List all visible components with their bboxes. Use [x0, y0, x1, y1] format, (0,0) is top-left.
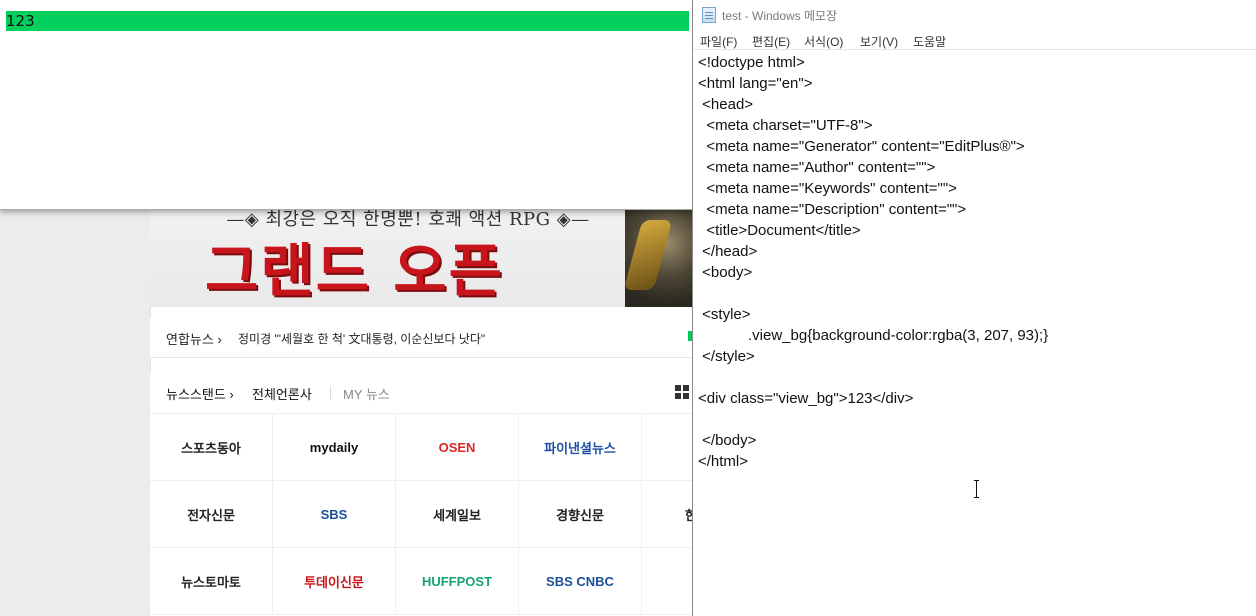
- menu-item[interactable]: 서식(O): [804, 33, 843, 50]
- code-line: </html>: [698, 453, 749, 470]
- press-grid: 스포츠동아mydailyOSEN파이낸셜뉴스'서전자신문SBS세계일보경향신문한…: [150, 414, 765, 616]
- code-line: <!doctype html>: [698, 54, 805, 71]
- menu-item[interactable]: 도움말: [913, 33, 946, 50]
- browser-output-window: 123: [0, 0, 696, 210]
- notepad-window: test - Windows 메모장 파일(F) 편집(E) 서식(O) 보기(V) 도…: [692, 0, 1256, 616]
- ad-headline: 그랜드 오픈: [205, 237, 504, 305]
- press-logo-link[interactable]: 스포츠동아: [150, 414, 273, 481]
- press-logo-link[interactable]: OSEN: [396, 414, 519, 481]
- tab-divider: [330, 386, 331, 400]
- code-line: <meta name="Generator" content="EditPlus…: [698, 138, 1025, 155]
- menu-item[interactable]: 보기(V): [860, 33, 898, 50]
- press-logo-link[interactable]: 전자신문: [150, 481, 273, 548]
- notepad-text-area[interactable]: <!doctype html> <html lang="en"> <head> <…: [693, 52, 1256, 616]
- text-cursor-icon: [972, 480, 981, 498]
- press-row: 전자신문SBS세계일보경향신문한국일: [150, 481, 765, 548]
- code-line: <meta name="Keywords" content="">: [698, 180, 957, 197]
- press-row: 스포츠동아mydailyOSEN파이낸셜뉴스'서: [150, 414, 765, 481]
- press-logo-link[interactable]: 투데이신문: [273, 548, 396, 615]
- menu-item[interactable]: 파일(F): [700, 33, 737, 50]
- ticker-headline-link[interactable]: 정미경 "'세월호 한 척' 文대통령, 이순신보다 낫다": [238, 330, 485, 347]
- press-logo-link[interactable]: mydaily: [273, 414, 396, 481]
- press-logo-link[interactable]: HUFFPOST: [396, 548, 519, 615]
- notepad-app-icon[interactable]: [702, 7, 716, 23]
- grid-view-icon[interactable]: [675, 385, 689, 399]
- code-line: <body>: [698, 264, 753, 281]
- code-line: </head>: [698, 243, 758, 260]
- press-logo-link[interactable]: 세계일보: [396, 481, 519, 548]
- notepad-menubar: 파일(F) 편집(E) 서식(O) 보기(V) 도움말: [693, 30, 1256, 50]
- notepad-title: test - Windows 메모장: [722, 9, 838, 23]
- newsstand-title-link[interactable]: 뉴스스탠드 ›: [166, 384, 234, 403]
- code-line: <title>Document</title>: [698, 222, 861, 239]
- code-line: .view_bg{background-color:rgba(3, 207, 9…: [698, 327, 1049, 344]
- ticker-source-link[interactable]: 연합뉴스 ›: [166, 329, 222, 348]
- code-line: </style>: [698, 348, 755, 365]
- code-line: <html lang="en">: [698, 75, 813, 92]
- menu-item[interactable]: 편집(E): [752, 33, 790, 50]
- tab-my-news[interactable]: MY 뉴스: [343, 384, 390, 403]
- ad-banner[interactable]: —◈ 최강은 오직 한명뿐! 호쾌 액션 RPG ◈— 그랜드 오픈: [150, 200, 695, 307]
- newsstand-header: 뉴스스탠드 › 전체언론사 MY 뉴스: [150, 372, 695, 414]
- press-logo-link[interactable]: 경향신문: [519, 481, 642, 548]
- code-line: <style>: [698, 306, 751, 323]
- code-line: <div class="view_bg">123</div>: [698, 390, 914, 407]
- code-line: <head>: [698, 96, 754, 113]
- notepad-titlebar[interactable]: test - Windows 메모장: [693, 0, 1256, 30]
- view-bg-div: 123: [6, 11, 689, 31]
- code-line: <meta charset="UTF-8">: [698, 117, 873, 134]
- code-line: <meta name="Author" content="">: [698, 159, 936, 176]
- code-line: </body>: [698, 432, 757, 449]
- news-ticker: 연합뉴스 › 정미경 "'세월호 한 척' 文대통령, 이순신보다 낫다": [150, 318, 695, 358]
- press-logo-link[interactable]: SBS CNBC: [519, 548, 642, 615]
- press-logo-link[interactable]: SBS: [273, 481, 396, 548]
- code-line: <meta name="Description" content="">: [698, 201, 967, 218]
- press-logo-link[interactable]: 파이낸셜뉴스: [519, 414, 642, 481]
- ad-character-image: [625, 200, 695, 307]
- tab-all-press[interactable]: 전체언론사: [252, 384, 312, 403]
- press-row: 뉴스토마토투데이신문HUFFPOSTSBS CNBCHe: [150, 548, 765, 615]
- press-logo-link[interactable]: 뉴스토마토: [150, 548, 273, 615]
